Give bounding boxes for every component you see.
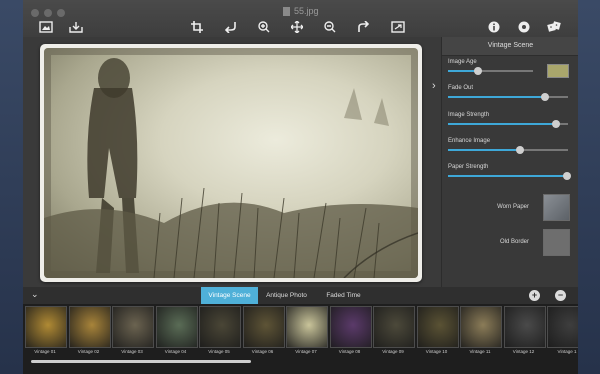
panel-title: Vintage Scene	[442, 37, 578, 56]
fade-out-slider[interactable]	[448, 93, 568, 101]
paper-strength-fill	[448, 175, 567, 177]
image-strength-fill	[448, 123, 556, 125]
paper-strength-slider[interactable]	[448, 172, 571, 180]
fade-out-knob[interactable]	[541, 93, 550, 101]
preset-thumbnail-label: Vintage 12	[512, 349, 535, 354]
window-title-text: 55.jpg	[294, 6, 319, 16]
old-border-label: Old Border	[499, 239, 529, 245]
filmstrip-scrollbar[interactable]	[31, 360, 251, 363]
worn-paper-texture[interactable]	[543, 194, 570, 221]
fade-out-fill	[448, 96, 546, 98]
preset-thumbnail[interactable]	[503, 306, 546, 348]
preset-thumbnail[interactable]	[286, 306, 328, 348]
preset-thumbnail[interactable]	[199, 306, 241, 348]
preset-thumbnail-label: Vintage 05	[208, 349, 230, 354]
settings-icon[interactable]	[515, 19, 533, 35]
enhance-image-fill	[448, 149, 520, 151]
paper-strength-knob[interactable]	[562, 172, 571, 180]
preset-filmstrip: Vintage 01 Vintage 02 Vintage 03 Vintage 04…	[23, 304, 578, 374]
tab-antique-photo[interactable]: Antique Photo	[258, 287, 315, 304]
preset-thumbnail[interactable]	[547, 306, 578, 348]
tab-faded-time[interactable]: Faded Time	[315, 287, 372, 304]
tab-vintage-scene[interactable]: Vintage Scene	[201, 287, 258, 304]
preset-thumbnail-label: Vintage 08	[338, 349, 361, 354]
chevron-down-icon[interactable]: ⌄	[31, 289, 39, 300]
toolbar: 55.jpg	[23, 0, 578, 38]
old-border-texture[interactable]	[543, 229, 570, 256]
preset-thumbnail[interactable]	[25, 306, 67, 348]
remove-preset-button[interactable]: −	[555, 290, 566, 301]
preset-thumbnail-label: Vintage 10	[425, 349, 448, 354]
category-tabbar: ⌄ Vintage Scene Antique Photo Faded Time…	[23, 287, 578, 304]
preset-thumbnail-label: Vintage 11	[469, 349, 491, 354]
close-window-button[interactable]	[31, 9, 39, 17]
vintage-photo-preview[interactable]	[44, 48, 418, 278]
minimize-window-button[interactable]	[44, 9, 52, 17]
worn-paper-label: Worn Paper	[497, 204, 529, 210]
zoom-in-icon[interactable]	[255, 19, 273, 35]
preset-thumbnail-label: Vintage 03	[121, 349, 143, 354]
window-title: 55.jpg	[283, 6, 319, 16]
preset-thumbnail-label: Vintage 04	[164, 349, 187, 354]
chevron-right-icon[interactable]: ›	[432, 80, 436, 92]
fit-screen-icon[interactable]	[389, 19, 407, 35]
preset-thumbnail[interactable]	[242, 306, 285, 348]
info-icon[interactable]	[485, 19, 503, 35]
settings-panel: Vintage Scene Image Age Fade Out Image S…	[441, 37, 578, 287]
preset-thumbnail-label: Vintage 07	[295, 349, 317, 354]
zoom-window-button[interactable]	[57, 9, 65, 17]
age-color-swatch[interactable]	[547, 64, 569, 78]
preset-thumbnail-label: Vintage 01	[34, 349, 56, 354]
preset-thumbnail[interactable]	[329, 306, 372, 348]
enhance-image-knob[interactable]	[516, 146, 524, 154]
app-window: 55.jpg › Vintage Scene Image Age Fade Ou…	[23, 0, 578, 374]
image-strength-label: Image Strength	[448, 112, 490, 118]
pan-icon[interactable]	[288, 19, 306, 35]
open-image-icon[interactable]	[37, 19, 55, 35]
crop-icon[interactable]	[188, 19, 206, 35]
preset-thumbnail-label: Vintage 09	[382, 349, 404, 354]
preset-thumbnail-label: Vintage 1	[557, 349, 577, 354]
preset-thumbnail[interactable]	[460, 306, 502, 348]
add-preset-button[interactable]: +	[529, 290, 540, 301]
preset-thumbnail[interactable]	[112, 306, 154, 348]
undo-icon[interactable]	[222, 19, 240, 35]
preset-thumbnail[interactable]	[155, 306, 198, 348]
preset-thumbnail[interactable]	[416, 306, 459, 348]
zoom-out-icon[interactable]	[321, 19, 339, 35]
enhance-image-slider[interactable]	[448, 146, 568, 154]
redo-icon[interactable]	[354, 19, 372, 35]
preset-thumbnail-label: Vintage 02	[77, 349, 100, 354]
enhance-image-label: Enhance Image	[448, 138, 491, 144]
image-strength-knob[interactable]	[552, 120, 560, 128]
paper-strength-label: Paper Strength	[448, 164, 489, 170]
image-age-knob[interactable]	[473, 67, 482, 75]
photo-frame	[40, 44, 422, 282]
canvas-area: ›	[23, 37, 441, 287]
save-tray-icon[interactable]	[67, 19, 85, 35]
image-age-slider[interactable]	[448, 67, 533, 75]
dice-icon[interactable]	[545, 19, 563, 35]
preset-thumbnail-label: Vintage 06	[251, 349, 274, 354]
fade-out-label: Fade Out	[448, 85, 474, 91]
document-icon	[283, 6, 290, 16]
preset-thumbnail[interactable]	[373, 306, 415, 348]
preset-thumbnail[interactable]	[68, 306, 111, 348]
image-strength-slider[interactable]	[448, 120, 568, 128]
image-age-label: Image Age	[448, 59, 477, 65]
